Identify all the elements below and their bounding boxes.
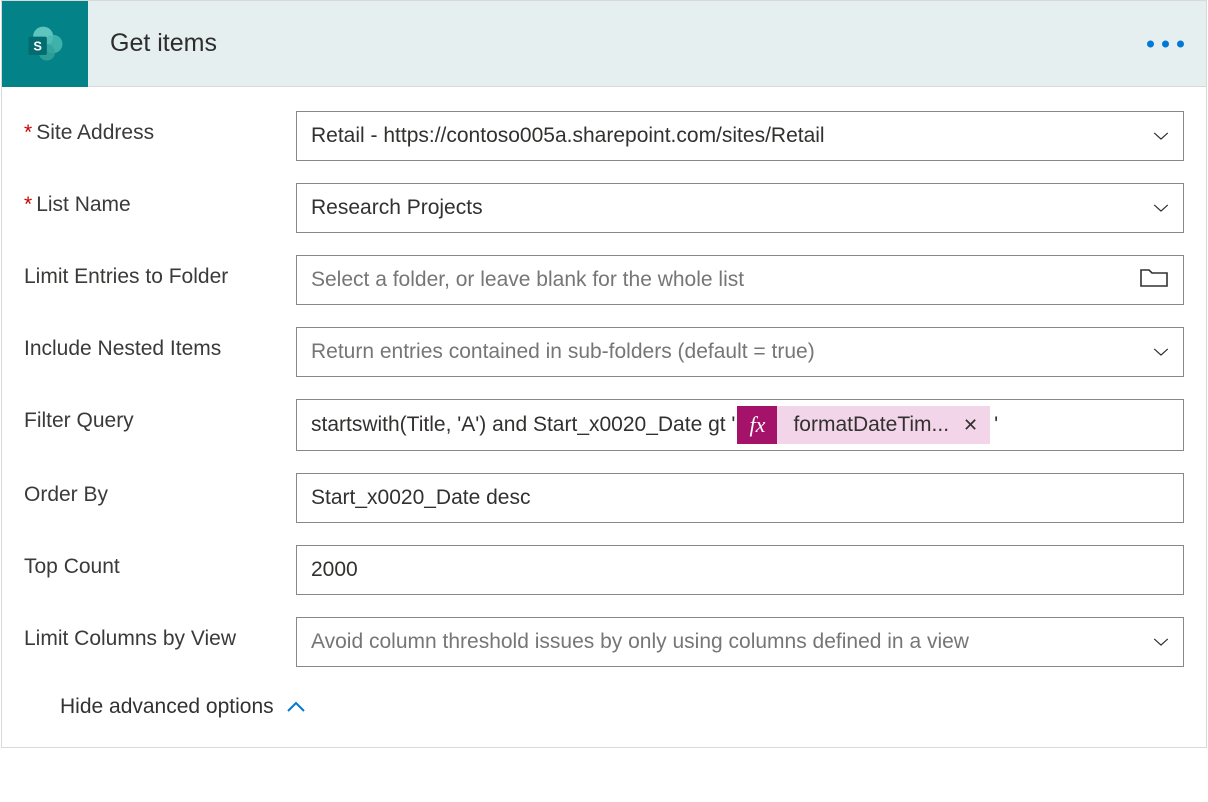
placeholder-include-nested: Return entries contained in sub-folders … [311,340,1143,364]
input-site-address[interactable]: Retail - https://contoso005a.sharepoint.… [296,111,1184,161]
label-top-count: Top Count [24,545,296,579]
chevron-down-icon[interactable] [1143,201,1169,215]
toggle-advanced-options[interactable]: Hide advanced options [60,695,306,719]
input-filter-query[interactable]: startswith(Title, 'A') and Start_x0020_D… [296,399,1184,451]
label-filter-query: Filter Query [24,399,296,433]
action-card: S Get items Site Address Retail - https:… [1,0,1207,748]
row-top-count: Top Count 2000 [24,545,1184,595]
folder-icon[interactable] [1139,265,1169,295]
row-limit-folder: Limit Entries to Folder Select a folder,… [24,255,1184,305]
input-limit-folder[interactable]: Select a folder, or leave blank for the … [296,255,1184,305]
chevron-up-icon [286,695,306,719]
card-footer: Hide advanced options [24,689,1184,741]
card-body: Site Address Retail - https://contoso005… [2,87,1206,747]
card-title: Get items [110,29,217,58]
label-site-address: Site Address [24,111,296,145]
fx-icon: fx [737,406,777,444]
row-limit-columns: Limit Columns by View Avoid column thres… [24,617,1184,667]
chevron-down-icon[interactable] [1143,635,1169,649]
expression-token-label: formatDateTim... [793,413,949,437]
input-top-count[interactable]: 2000 [296,545,1184,595]
label-limit-columns: Limit Columns by View [24,617,296,651]
value-top-count: 2000 [311,558,1169,582]
row-list-name: List Name Research Projects [24,183,1184,233]
placeholder-limit-columns: Avoid column threshold issues by only us… [311,630,1143,654]
row-filter-query: Filter Query startswith(Title, 'A') and … [24,399,1184,451]
label-include-nested: Include Nested Items [24,327,296,361]
row-site-address: Site Address Retail - https://contoso005… [24,111,1184,161]
input-limit-columns[interactable]: Avoid column threshold issues by only us… [296,617,1184,667]
placeholder-limit-folder: Select a folder, or leave blank for the … [311,268,1139,292]
label-limit-folder: Limit Entries to Folder [24,255,296,289]
more-menu-button[interactable] [1147,40,1184,47]
value-list-name: Research Projects [311,196,1143,220]
input-order-by[interactable]: Start_x0020_Date desc [296,473,1184,523]
card-header[interactable]: S Get items [2,1,1206,87]
row-include-nested: Include Nested Items Return entries cont… [24,327,1184,377]
sharepoint-icon: S [2,1,88,87]
input-include-nested[interactable]: Return entries contained in sub-folders … [296,327,1184,377]
chevron-down-icon[interactable] [1143,345,1169,359]
expression-token[interactable]: fx formatDateTim... ✕ [737,406,990,444]
row-order-by: Order By Start_x0020_Date desc [24,473,1184,523]
toggle-advanced-label: Hide advanced options [60,695,274,719]
filter-query-suffix: ' [994,413,998,437]
filter-query-text: startswith(Title, 'A') and Start_x0020_D… [311,413,735,437]
value-order-by: Start_x0020_Date desc [311,486,1169,510]
remove-token-button[interactable]: ✕ [963,415,978,436]
svg-text:S: S [33,38,42,53]
chevron-down-icon[interactable] [1143,129,1169,143]
value-site-address: Retail - https://contoso005a.sharepoint.… [311,124,1143,148]
label-list-name: List Name [24,183,296,217]
label-order-by: Order By [24,473,296,507]
input-list-name[interactable]: Research Projects [296,183,1184,233]
